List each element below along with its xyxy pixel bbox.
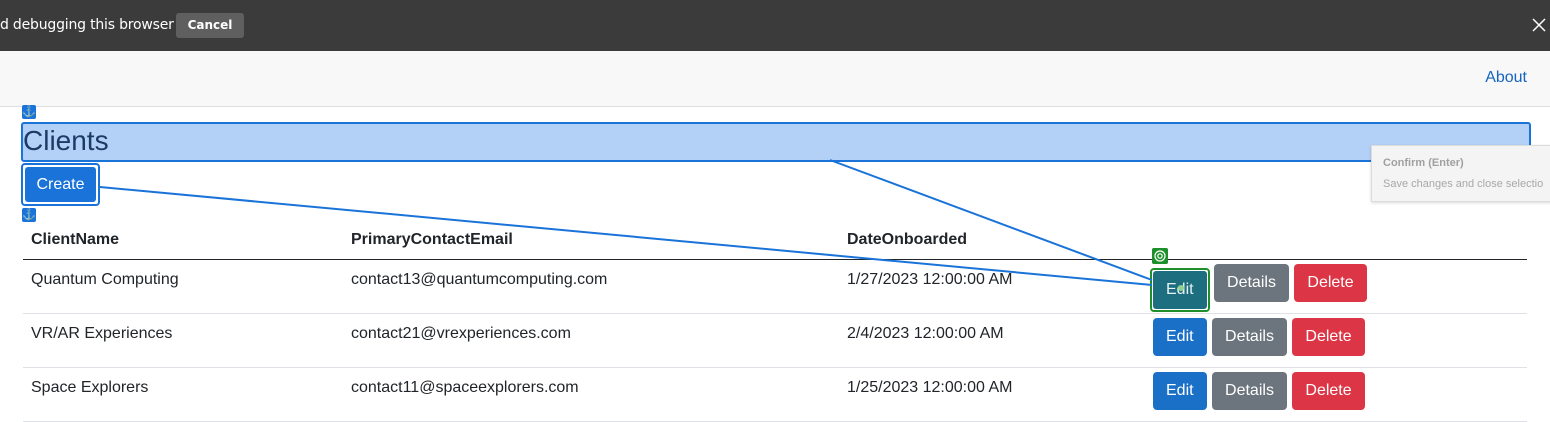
client-email-cell: contact11@spaceexplorers.com bbox=[343, 367, 839, 422]
target-icon bbox=[1152, 248, 1168, 264]
edit-button[interactable]: Edit bbox=[1153, 372, 1207, 410]
client-name-cell: Space Explorers bbox=[23, 367, 343, 422]
table-row: Space Explorers contact11@spaceexplorers… bbox=[23, 367, 1527, 422]
nav-about-link[interactable]: About bbox=[1485, 69, 1527, 87]
client-date-cell: 1/27/2023 12:00:00 AM bbox=[839, 259, 1145, 314]
column-header-date-onboarded: DateOnboarded bbox=[839, 221, 1145, 260]
details-button[interactable]: Details bbox=[1212, 318, 1287, 356]
tooltip-title: Confirm (Enter) bbox=[1383, 157, 1464, 169]
debug-message: d debugging this browser bbox=[0, 17, 174, 33]
delete-button[interactable]: Delete bbox=[1292, 372, 1365, 410]
client-name-cell: Quantum Computing bbox=[23, 259, 343, 314]
navbar: About bbox=[0, 51, 1550, 107]
clients-table: ClientName PrimaryContactEmail DateOnboa… bbox=[23, 221, 1527, 422]
heading-selection-box bbox=[21, 122, 1531, 162]
column-header-actions bbox=[1145, 221, 1527, 260]
anchor-icon: ⚓ bbox=[22, 208, 36, 222]
edit-button[interactable]: Edit bbox=[1153, 271, 1207, 309]
delete-button[interactable]: Delete bbox=[1292, 318, 1365, 356]
column-header-primary-contact-email: PrimaryContactEmail bbox=[343, 221, 839, 260]
debug-banner: d debugging this browser Cancel bbox=[0, 0, 1550, 51]
table-row: Quantum Computing contact13@quantumcompu… bbox=[23, 259, 1527, 314]
actions-cell: Edit Details Delete bbox=[1145, 367, 1527, 422]
column-header-client-name: ClientName bbox=[23, 221, 343, 260]
tooltip-description: Save changes and close selectio bbox=[1383, 178, 1544, 190]
actions-cell: Edit Details Delete bbox=[1145, 259, 1527, 314]
edit-button[interactable]: Edit bbox=[1153, 318, 1207, 356]
edit-button-highlight: Edit bbox=[1150, 268, 1210, 312]
client-date-cell: 2/4/2023 12:00:00 AM bbox=[839, 313, 1145, 368]
anchor-icon: ⚓ bbox=[22, 105, 36, 119]
client-email-cell: contact13@quantumcomputing.com bbox=[343, 259, 839, 314]
client-name-cell: VR/AR Experiences bbox=[23, 313, 343, 368]
details-button[interactable]: Details bbox=[1212, 372, 1287, 410]
cancel-debug-button[interactable]: Cancel bbox=[176, 13, 244, 38]
client-date-cell: 1/25/2023 12:00:00 AM bbox=[839, 367, 1145, 422]
confirm-tooltip: Confirm (Enter) Save changes and close s… bbox=[1371, 145, 1550, 202]
delete-button[interactable]: Delete bbox=[1294, 264, 1367, 302]
create-button-label: Create bbox=[25, 167, 96, 202]
page-title: Clients bbox=[23, 125, 109, 156]
actions-cell: Edit Details Delete bbox=[1145, 313, 1527, 368]
table-header-row: ClientName PrimaryContactEmail DateOnboa… bbox=[23, 221, 1527, 260]
details-button[interactable]: Details bbox=[1214, 264, 1289, 302]
client-email-cell: contact21@vrexperiences.com bbox=[343, 313, 839, 368]
create-button[interactable]: Create bbox=[21, 163, 100, 206]
table-row: VR/AR Experiences contact21@vrexperience… bbox=[23, 313, 1527, 368]
close-icon[interactable] bbox=[1530, 16, 1548, 34]
